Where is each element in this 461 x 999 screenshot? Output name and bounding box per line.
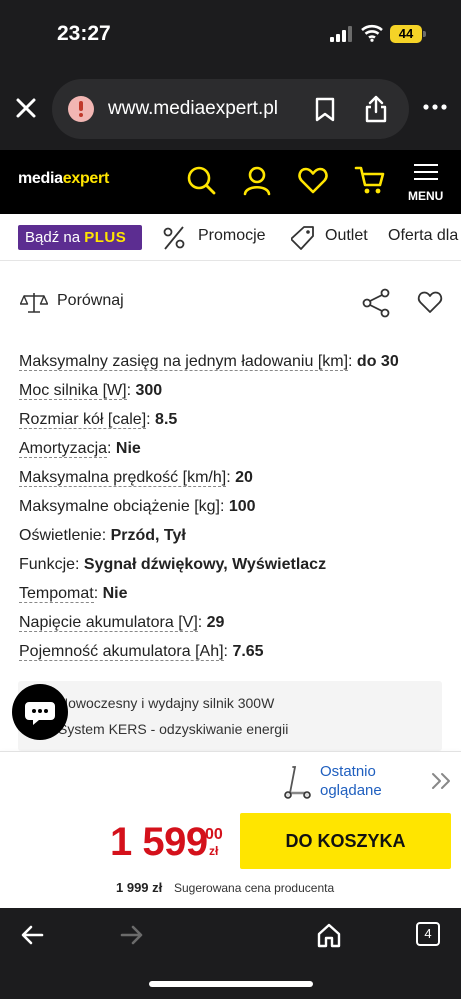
suggested-price-note: Sugerowana cena producenta (174, 881, 335, 895)
menu-label: MENU (408, 189, 444, 203)
site-alert-icon[interactable] (68, 96, 94, 122)
spec-key[interactable]: Tempomat (19, 585, 94, 603)
scooter-thumbnail (284, 766, 311, 799)
spec-key[interactable]: Napięcie akumulatora [V] (19, 614, 198, 632)
double-chevron-right-icon[interactable] (431, 772, 453, 790)
wishlist-icon[interactable] (297, 164, 329, 196)
site-header: mediaexpert MENU (0, 150, 461, 214)
spec-key[interactable]: Amortyzacja (19, 440, 108, 458)
spec-value: 300 (135, 382, 163, 399)
suggested-price: 1 999 zł (116, 880, 163, 895)
add-to-cart-button[interactable]: DO KOSZYKA (240, 813, 451, 869)
home-icon[interactable] (316, 922, 342, 948)
menu-icon (414, 164, 438, 166)
spec-key[interactable]: Rozmiar kół [cale] (19, 411, 147, 429)
spec-row: Oświetlenie: Przód, Tył (19, 527, 186, 544)
tabs-button[interactable]: 4 (416, 922, 440, 946)
spec-value: Przód, Tył (110, 527, 186, 544)
category-bar: Bądź na PLUS Promocje Outlet Oferta dla (0, 214, 461, 261)
cart-icon[interactable] (354, 164, 386, 196)
more-icon[interactable] (422, 97, 448, 117)
spec-key[interactable]: Pojemność akumulatora [Ah] (19, 643, 224, 661)
spec-row: Tempomat: Nie (19, 585, 128, 603)
category-outlet[interactable]: Outlet (325, 227, 368, 245)
cellular-signal-icon (330, 26, 352, 42)
spec-row: Moc silnika [W]: 300 (19, 382, 163, 400)
price-cents: 00 (205, 826, 223, 843)
spec-value: 20 (235, 469, 253, 486)
recently-viewed-label[interactable]: oglądane (320, 782, 382, 799)
browser-toolbar: www.mediaexpert.pl (0, 70, 461, 150)
address-bar[interactable]: www.mediaexpert.pl (52, 79, 409, 139)
forward-arrow-icon[interactable] (118, 922, 144, 948)
add-to-wishlist-icon[interactable] (417, 290, 443, 314)
chat-button[interactable] (12, 684, 68, 740)
category-promocje[interactable]: Promocje (198, 227, 266, 245)
spec-value: 100 (228, 498, 256, 515)
back-arrow-icon[interactable] (20, 922, 46, 948)
spec-key[interactable]: Maksymalny zasięg na jednym ładowaniu [k… (19, 353, 349, 371)
spec-value: 8.5 (155, 411, 178, 428)
chat-bubble-icon (25, 702, 55, 725)
plus-program-link[interactable]: Bądź na PLUS (18, 225, 142, 250)
price-bar: 1 599 00 zł DO KOSZYKA 1 999 zł Sugerowa… (0, 808, 461, 908)
spec-value: Nie (102, 585, 128, 602)
compare-scale-icon[interactable] (20, 290, 48, 314)
home-indicator (149, 981, 313, 987)
compare-button[interactable]: Porównaj (57, 292, 124, 310)
recently-viewed-bar[interactable]: Ostatnio oglądane (0, 751, 461, 808)
spec-value: do 30 (356, 353, 399, 370)
spec-list: Maksymalny zasięg na jednym ładowaniu [k… (19, 350, 449, 669)
spec-key: Funkcje (19, 556, 76, 573)
spec-row: Funkcje: Sygnał dźwiękowy, Wyświetlacz (19, 556, 327, 573)
feature-item: System KERS - odzyskiwanie energii (58, 721, 289, 737)
bookmark-icon[interactable] (314, 97, 336, 123)
battery-indicator: 44 (390, 25, 422, 43)
product-details: Porównaj Maksymalny zasięg na jednym ład… (0, 261, 461, 751)
share-product-icon[interactable] (361, 288, 391, 318)
spec-key[interactable]: Maksymalna prędkość [km/h] (19, 469, 227, 487)
battery-tip (423, 31, 426, 37)
tag-icon (291, 226, 314, 250)
spec-value: Sygnał dźwiękowy, Wyświetlacz (83, 556, 327, 573)
clock: 23:27 (57, 22, 111, 45)
feature-item: Nowoczesny i wydajny silnik 300W (58, 695, 275, 711)
price-currency: zł (209, 844, 219, 858)
feature-box: Nowoczesny i wydajny silnik 300W System … (18, 681, 442, 751)
spec-value: 29 (206, 614, 225, 631)
menu-button[interactable]: MENU (406, 162, 446, 206)
recently-viewed-label[interactable]: Ostatnio (320, 763, 376, 780)
category-oferta-dla[interactable]: Oferta dla (388, 227, 458, 245)
spec-value: 7.65 (232, 643, 264, 660)
spec-value: Nie (115, 440, 141, 457)
spec-key: Oświetlenie (19, 527, 102, 544)
wifi-icon (361, 24, 383, 42)
search-icon[interactable] (185, 164, 217, 196)
spec-row: Maksymalny zasięg na jednym ładowaniu [k… (19, 353, 399, 371)
percent-icon (163, 226, 185, 250)
spec-row: Amortyzacja: Nie (19, 440, 141, 458)
spec-row: Pojemność akumulatora [Ah]: 7.65 (19, 643, 264, 661)
spec-row: Rozmiar kół [cale]: 8.5 (19, 411, 178, 429)
site-logo[interactable]: mediaexpert (18, 170, 109, 188)
url-text[interactable]: www.mediaexpert.pl (108, 98, 278, 120)
spec-key[interactable]: Moc silnika [W] (19, 382, 127, 400)
share-icon[interactable] (364, 95, 388, 123)
account-icon[interactable] (241, 164, 273, 196)
status-bar: 23:27 44 (0, 0, 461, 70)
price-main: 1 599 (110, 820, 208, 864)
spec-key: Maksymalne obciążenie [kg] (19, 498, 220, 515)
spec-row: Napięcie akumulatora [V]: 29 (19, 614, 225, 632)
spec-row: Maksymalne obciążenie [kg]: 100 (19, 498, 256, 515)
spec-row: Maksymalna prędkość [km/h]: 20 (19, 469, 253, 487)
close-icon[interactable] (12, 94, 40, 122)
browser-bottom-nav: 4 (0, 908, 461, 999)
